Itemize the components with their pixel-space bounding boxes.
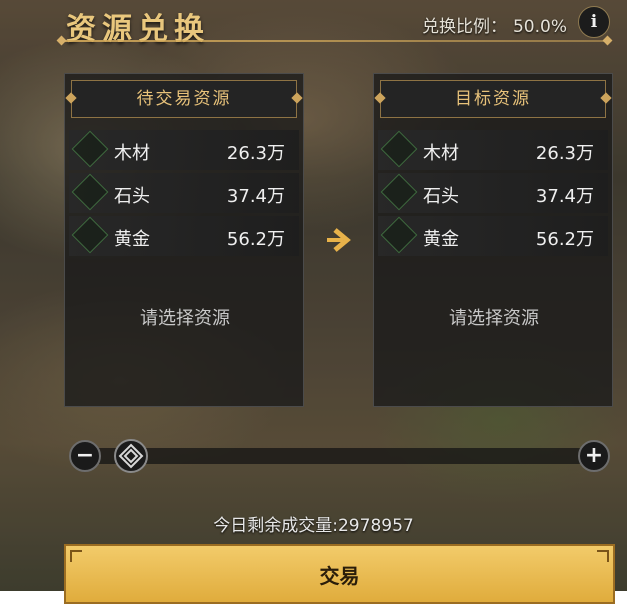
resource-name: 石头 [114, 186, 150, 207]
target-panel-title: 目标资源 [380, 80, 606, 118]
resource-amount: 37.4万 [535, 186, 594, 207]
decrease-button[interactable]: − [69, 440, 101, 472]
source-resource-panel: 待交易资源 木材 26.3万 石头 37.4万 黄金 56.2万 请选择资源 [64, 73, 304, 407]
ratio-label: 兑换比例： [421, 17, 507, 37]
source-resource-wood[interactable]: 木材 26.3万 [69, 130, 299, 170]
resource-amount: 56.2万 [535, 229, 594, 250]
source-panel-title: 待交易资源 [71, 80, 297, 118]
slider-thumb[interactable] [114, 439, 148, 473]
resource-name: 黄金 [114, 229, 150, 250]
resource-name: 木材 [423, 143, 459, 164]
resource-slot-icon [71, 216, 109, 254]
resource-slot-icon [71, 173, 109, 211]
resource-amount: 37.4万 [226, 186, 285, 207]
slider-thumb-icon [118, 443, 144, 469]
exchange-arrow-icon [327, 228, 351, 252]
info-icon[interactable]: i [578, 6, 610, 38]
resource-amount: 26.3万 [226, 143, 285, 164]
target-select-placeholder[interactable]: 请选择资源 [374, 304, 614, 330]
source-resource-gold[interactable]: 黄金 56.2万 [69, 216, 299, 256]
target-resource-stone[interactable]: 石头 37.4万 [378, 173, 608, 213]
resource-amount: 26.3万 [535, 143, 594, 164]
resource-slot-icon [380, 173, 418, 211]
resource-slot-icon [380, 216, 418, 254]
target-resource-gold[interactable]: 黄金 56.2万 [378, 216, 608, 256]
resource-amount: 56.2万 [226, 229, 285, 250]
target-resource-wood[interactable]: 木材 26.3万 [378, 130, 608, 170]
resource-slot-icon [71, 130, 109, 168]
exchange-ratio: 兑换比例： 50.0% [416, 12, 567, 37]
source-resource-stone[interactable]: 石头 37.4万 [69, 173, 299, 213]
title-divider [62, 40, 607, 42]
daily-remaining-volume: 今日剩余成交量:2978957 [213, 516, 414, 536]
resource-slot-icon [380, 130, 418, 168]
resource-name: 木材 [114, 143, 150, 164]
ratio-value: 50.0% [512, 17, 567, 37]
trade-button[interactable]: 交易 [64, 544, 615, 604]
amount-slider-track[interactable] [86, 448, 586, 464]
resource-name: 黄金 [423, 229, 459, 250]
increase-button[interactable]: + [578, 440, 610, 472]
target-resource-panel: 目标资源 木材 26.3万 石头 37.4万 黄金 56.2万 请选择资源 [373, 73, 613, 407]
resource-name: 石头 [423, 186, 459, 207]
source-select-placeholder[interactable]: 请选择资源 [65, 304, 305, 330]
